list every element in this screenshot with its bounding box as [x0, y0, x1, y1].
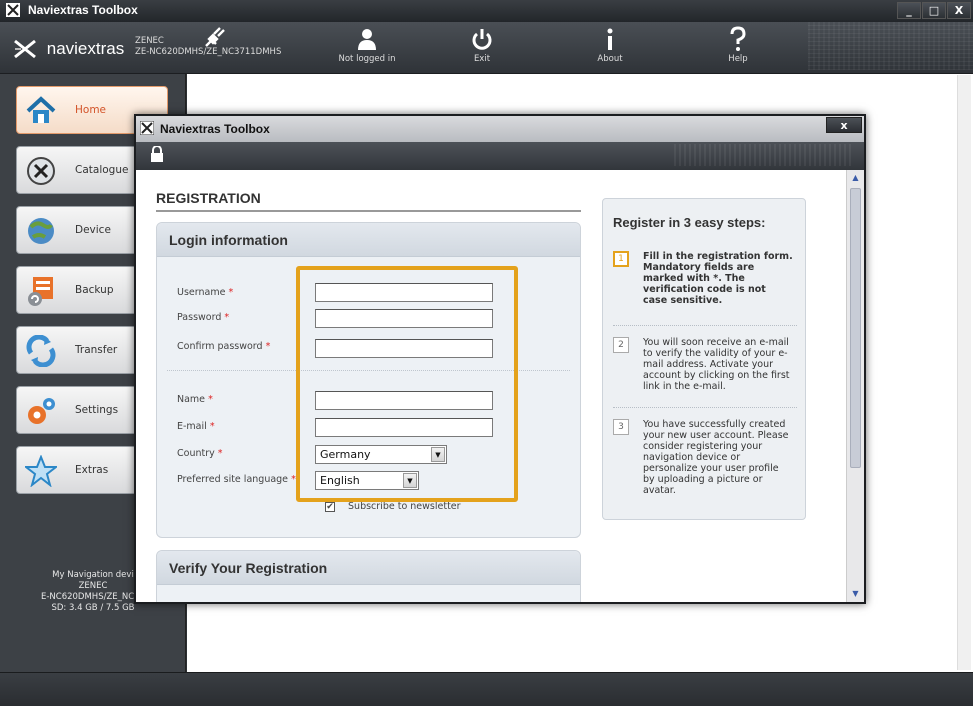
- scroll-down-icon[interactable]: ▼: [850, 588, 861, 600]
- power-icon: [472, 29, 492, 50]
- sidebar-item-label: Catalogue: [75, 164, 129, 176]
- step-text: Fill in the registration form. Mandatory…: [643, 251, 793, 306]
- verify-registration-panel: Verify Your Registration: [156, 550, 581, 602]
- step-number: 3: [613, 419, 629, 435]
- dialog-toolbar-texture: [674, 144, 854, 166]
- sidebar-item-label: Device: [75, 224, 111, 236]
- dialog-body: REGISTRATION Login information Username …: [136, 170, 846, 602]
- name-label: Name *: [177, 394, 213, 405]
- email-label: E-mail *: [177, 421, 215, 432]
- login-status-button[interactable]: Not logged in: [322, 24, 412, 72]
- about-button[interactable]: About: [565, 24, 655, 72]
- backup-icon: [28, 277, 53, 306]
- newsletter-row[interactable]: ✔ Subscribe to newsletter: [325, 501, 461, 512]
- step-number: 1: [613, 251, 629, 267]
- dialog-close-button[interactable]: x: [826, 117, 862, 133]
- help-icon: [730, 26, 746, 51]
- scroll-up-icon[interactable]: ▲: [850, 172, 861, 184]
- naviextras-logo: naviextras: [12, 38, 124, 60]
- settings-icon: [28, 398, 55, 424]
- dialog-toolbar: [136, 142, 864, 170]
- catalogue-icon: [27, 157, 55, 185]
- main-titlebar: Naviextras Toolbox _ □ X: [0, 0, 973, 22]
- help-button[interactable]: Help: [693, 24, 783, 72]
- step-text: You have successfully created your new u…: [643, 419, 789, 496]
- plug-icon: [205, 27, 225, 47]
- help-label: Help: [728, 54, 748, 64]
- registration-heading: REGISTRATION: [156, 190, 581, 212]
- exit-button[interactable]: Exit: [437, 24, 527, 72]
- highlight-annotation: [296, 266, 518, 502]
- newsletter-checkbox[interactable]: ✔: [325, 501, 335, 512]
- sidebar-item-label: Extras: [75, 464, 109, 476]
- dialog-titlebar: Naviextras Toolbox x: [136, 116, 864, 142]
- minimize-button[interactable]: _: [897, 2, 921, 19]
- device-icon: [28, 218, 54, 244]
- app-icon: [140, 121, 154, 135]
- home-icon: [26, 96, 56, 123]
- app-icon: [6, 3, 20, 17]
- language-label: Preferred site language *: [177, 474, 296, 485]
- sidebar-item-label: Transfer: [75, 344, 118, 356]
- step-number: 2: [613, 337, 629, 353]
- status-bar: [0, 672, 973, 706]
- dialog-title: Naviextras Toolbox: [160, 122, 270, 136]
- naviextras-logo-icon: [14, 39, 36, 59]
- login-panel-title: Login information: [157, 223, 580, 257]
- scrollbar-thumb[interactable]: [850, 188, 861, 468]
- toolbar-texture: [808, 22, 973, 70]
- country-label: Country *: [177, 448, 223, 459]
- step-separator: [613, 325, 797, 326]
- password-label: Password *: [177, 312, 230, 323]
- sidebar-item-label: Backup: [75, 284, 114, 296]
- newsletter-label: Subscribe to newsletter: [348, 501, 461, 512]
- username-label: Username *: [177, 287, 234, 298]
- logo-text: naviextras: [46, 39, 125, 58]
- step-text: You will soon receive an e-mail to verif…: [643, 337, 790, 392]
- login-status-label: Not logged in: [338, 54, 396, 64]
- main-scrollbar[interactable]: [957, 75, 971, 670]
- lock-icon: [151, 146, 163, 162]
- step-separator: [613, 407, 797, 408]
- steps-panel: Register in 3 easy steps: 1 Fill in the …: [602, 198, 806, 520]
- steps-title: Register in 3 easy steps:: [613, 215, 766, 230]
- device-info-storage: SD: 3.4 GB / 7.5 GB: [51, 603, 135, 613]
- about-label: About: [597, 54, 623, 64]
- sidebar-item-label: Home: [75, 104, 107, 116]
- exit-label: Exit: [473, 54, 491, 64]
- user-icon: [358, 29, 376, 50]
- registration-dialog: Naviextras Toolbox x REGISTRATION Login …: [134, 114, 866, 604]
- confirm-password-label: Confirm password *: [177, 341, 271, 352]
- sidebar-item-label: Settings: [75, 404, 119, 416]
- star-icon: [25, 455, 57, 487]
- info-icon: [607, 28, 613, 50]
- transfer-icon: [26, 335, 56, 367]
- top-toolbar: naviextras ZENEC ZE-NC620DMHS/ZE_NC3711D…: [0, 22, 973, 74]
- dialog-scrollbar[interactable]: ▲ ▼: [846, 170, 864, 602]
- maximize-button[interactable]: □: [922, 2, 946, 19]
- window-title: Naviextras Toolbox: [28, 3, 138, 17]
- close-button[interactable]: X: [947, 2, 971, 19]
- verify-panel-title: Verify Your Registration: [157, 551, 580, 585]
